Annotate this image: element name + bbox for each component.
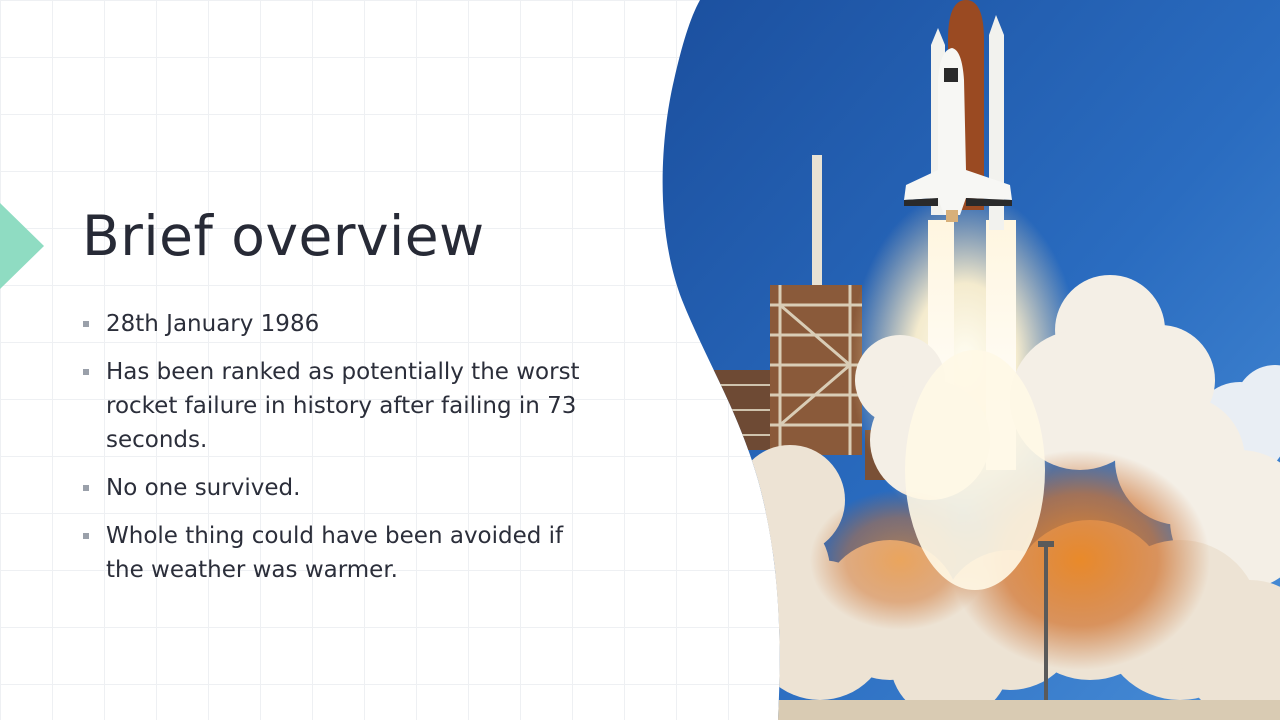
shuttle-launch-photo: [662, 0, 1280, 720]
slide: Brief overview 28th January 1986 Has bee…: [0, 0, 1280, 720]
